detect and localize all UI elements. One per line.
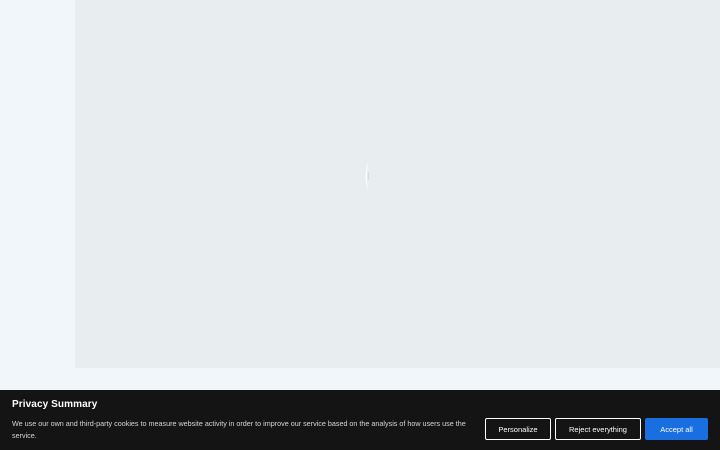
personalize-button[interactable]: Personalize xyxy=(485,418,551,440)
loading-spinner-icon xyxy=(365,162,369,190)
main-content-area xyxy=(75,0,720,368)
below-content-strip xyxy=(0,368,720,390)
left-gutter xyxy=(0,0,75,368)
cookie-banner-text: We use our own and third-party cookies t… xyxy=(12,419,466,440)
accept-all-button[interactable]: Accept all xyxy=(645,418,708,440)
page: Privacy Summary We use our own and third… xyxy=(0,0,720,450)
cookie-banner-title: Privacy Summary xyxy=(12,399,98,410)
reject-everything-button[interactable]: Reject everything xyxy=(555,418,641,440)
